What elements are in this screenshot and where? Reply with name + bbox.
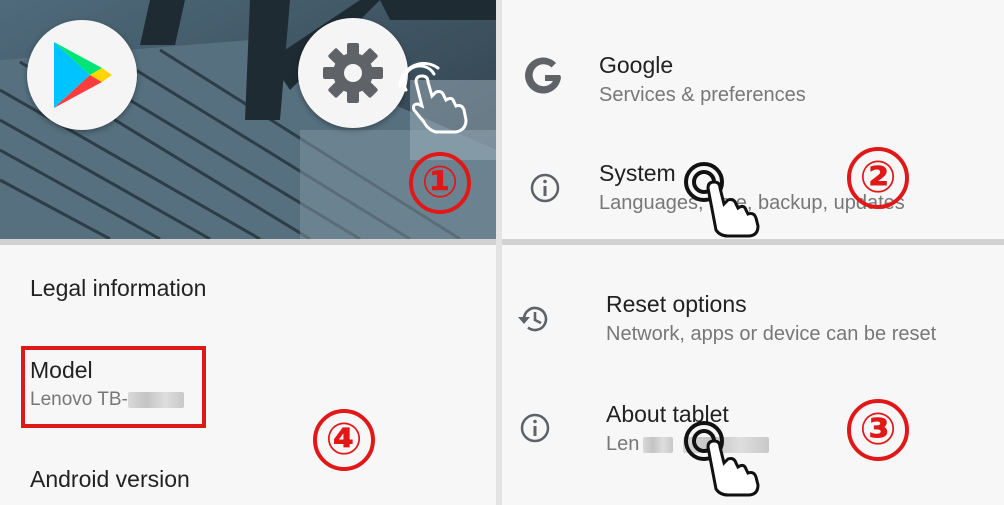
play-store-icon xyxy=(54,42,112,108)
play-store-app[interactable] xyxy=(27,20,137,130)
settings-app[interactable] xyxy=(298,18,408,128)
tap-hand-icon xyxy=(684,421,760,497)
home-screen-panel: ① xyxy=(0,0,496,239)
tap-hand-icon xyxy=(684,162,760,238)
google-subtitle: Services & preferences xyxy=(599,84,806,106)
history-icon xyxy=(518,306,548,332)
reset-options-subtitle: Network, apps or device can be reset xyxy=(606,323,937,345)
google-g-icon xyxy=(525,57,561,94)
horizontal-divider xyxy=(0,239,1004,245)
system-menu-panel: Reset options Network, apps or device ca… xyxy=(502,245,1004,505)
model-highlight-box xyxy=(21,346,206,428)
android-version-item[interactable]: Android version xyxy=(30,466,190,493)
settings-list-panel: Google Services & preferences System Lan… xyxy=(502,0,1004,239)
info-icon xyxy=(520,413,550,443)
info-icon xyxy=(530,173,560,203)
legal-information-item[interactable]: Legal information xyxy=(30,275,206,302)
vertical-divider xyxy=(496,0,502,505)
step-2-badge: ② xyxy=(847,147,909,209)
tap-hand-icon xyxy=(398,62,468,134)
step-4-badge: ④ xyxy=(313,409,375,471)
about-details-panel: Legal information Model Lenovo TB- Andro… xyxy=(0,245,496,505)
settings-gear-icon xyxy=(323,43,383,103)
reset-options-title: Reset options xyxy=(606,291,747,317)
system-title: System xyxy=(599,160,676,186)
step-1-badge: ① xyxy=(409,152,471,214)
google-title: Google xyxy=(599,52,674,78)
step-3-badge: ③ xyxy=(847,399,909,461)
